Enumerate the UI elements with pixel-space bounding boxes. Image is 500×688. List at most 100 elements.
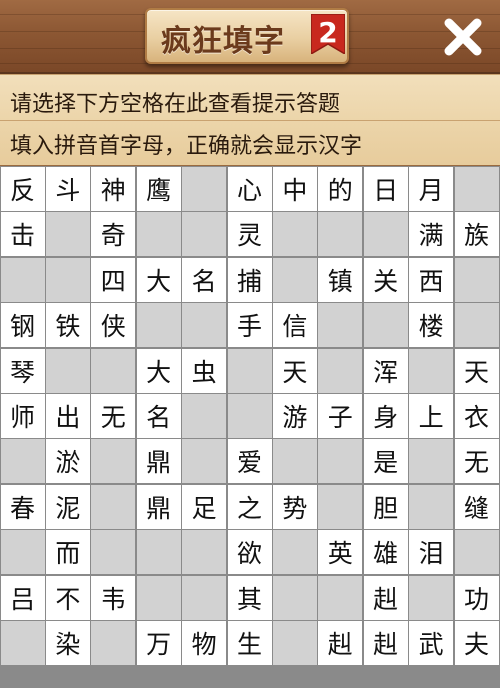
grid-cell-empty[interactable] bbox=[136, 530, 181, 575]
grid-cell-empty[interactable] bbox=[182, 530, 227, 575]
grid-cell: 游 bbox=[272, 394, 317, 438]
grid-cell-empty[interactable] bbox=[318, 348, 363, 393]
grid-cell-empty[interactable] bbox=[136, 212, 181, 257]
grid-cell: 赳 bbox=[363, 621, 408, 665]
grid-cell: 而 bbox=[45, 530, 90, 575]
grid-cell: 鼎 bbox=[136, 439, 181, 484]
grid-cell: 无 bbox=[91, 394, 136, 438]
grid-cell: 侠 bbox=[91, 303, 136, 348]
grid-cell-empty[interactable] bbox=[182, 167, 227, 211]
title-plate: 疯狂填字 2 bbox=[145, 8, 349, 64]
grid-cell: 中 bbox=[272, 167, 317, 211]
grid-cell-empty[interactable] bbox=[136, 575, 181, 620]
grid-cell-empty[interactable] bbox=[272, 257, 317, 302]
grid-cell: 鹰 bbox=[136, 167, 181, 211]
grid-cell: 信 bbox=[272, 303, 317, 348]
grid-cell-empty[interactable] bbox=[136, 303, 181, 348]
grid-cell-empty[interactable] bbox=[318, 212, 363, 257]
grid-cell-empty[interactable] bbox=[454, 167, 499, 211]
grid-cell: 斗 bbox=[45, 167, 90, 211]
grid-cell-empty[interactable] bbox=[91, 439, 136, 484]
grid-cell: 西 bbox=[409, 257, 454, 302]
grid-cell-empty[interactable] bbox=[91, 621, 136, 665]
grid-cell: 爱 bbox=[227, 439, 272, 484]
grid-cell-empty[interactable] bbox=[363, 212, 408, 257]
grid-cell: 琴 bbox=[0, 348, 45, 393]
grid-cell-empty[interactable] bbox=[182, 212, 227, 257]
grid-cell-empty[interactable] bbox=[272, 212, 317, 257]
grid-cell-empty[interactable] bbox=[454, 303, 499, 348]
grid-cell: 无 bbox=[454, 439, 499, 484]
grid-cell-empty[interactable] bbox=[182, 439, 227, 484]
grid-cell: 之 bbox=[227, 484, 272, 529]
grid-cell-empty[interactable] bbox=[182, 303, 227, 348]
grid-cell-empty[interactable] bbox=[409, 484, 454, 529]
grid-cell: 生 bbox=[227, 621, 272, 665]
grid-cell-empty[interactable] bbox=[454, 257, 499, 302]
grid-cell-empty[interactable] bbox=[45, 348, 90, 393]
grid-cell: 大 bbox=[136, 348, 181, 393]
level-badge: 2 bbox=[310, 13, 346, 56]
grid-cell-empty[interactable] bbox=[91, 530, 136, 575]
grid-cell: 欲 bbox=[227, 530, 272, 575]
grid-cell: 灵 bbox=[227, 212, 272, 257]
grid-cell-empty[interactable] bbox=[409, 439, 454, 484]
grid-cell-empty[interactable] bbox=[272, 575, 317, 620]
top-bar: 疯狂填字 2 bbox=[0, 0, 500, 74]
grid-cell-empty[interactable] bbox=[272, 439, 317, 484]
grid-cell: 夫 bbox=[454, 621, 499, 665]
grid-cell-empty[interactable] bbox=[318, 439, 363, 484]
grid-cell-empty[interactable] bbox=[318, 575, 363, 620]
grid-cell: 名 bbox=[182, 257, 227, 302]
grid-cell: 虫 bbox=[182, 348, 227, 393]
grid-cell-empty[interactable] bbox=[45, 257, 90, 302]
grid-cell-empty[interactable] bbox=[45, 212, 90, 257]
grid-cell: 的 bbox=[318, 167, 363, 211]
grid-cell-empty[interactable] bbox=[272, 621, 317, 665]
grid-cell-empty[interactable] bbox=[318, 484, 363, 529]
grid-cell-empty[interactable] bbox=[363, 303, 408, 348]
grid-cell: 浑 bbox=[363, 348, 408, 393]
grid-cell: 天 bbox=[454, 348, 499, 393]
grid-cell-empty[interactable] bbox=[409, 348, 454, 393]
grid-cell: 鼎 bbox=[136, 484, 181, 529]
grid-cell: 铁 bbox=[45, 303, 90, 348]
grid-cell: 捕 bbox=[227, 257, 272, 302]
grid-cell-empty[interactable] bbox=[182, 394, 227, 438]
grid-cell: 春 bbox=[0, 484, 45, 529]
grid-cell: 奇 bbox=[91, 212, 136, 257]
grid-cell: 关 bbox=[363, 257, 408, 302]
grid-cell: 击 bbox=[0, 212, 45, 257]
grid-cell-empty[interactable] bbox=[182, 575, 227, 620]
grid-cell-empty[interactable] bbox=[0, 257, 45, 302]
grid-cell: 泪 bbox=[409, 530, 454, 575]
grid-cell: 赳 bbox=[363, 575, 408, 620]
grid-cell: 衣 bbox=[454, 394, 499, 438]
grid-cell-empty[interactable] bbox=[454, 530, 499, 575]
level-number: 2 bbox=[318, 16, 338, 49]
grid-cell-empty[interactable] bbox=[318, 303, 363, 348]
close-button[interactable] bbox=[440, 14, 486, 60]
grid-cell-empty[interactable] bbox=[272, 530, 317, 575]
grid-cell-empty[interactable] bbox=[227, 394, 272, 438]
game-title: 疯狂填字 bbox=[161, 24, 285, 59]
grid-cell-empty[interactable] bbox=[0, 439, 45, 484]
grid-cell: 楼 bbox=[409, 303, 454, 348]
grid-cell-empty[interactable] bbox=[409, 575, 454, 620]
grid-cell: 身 bbox=[363, 394, 408, 438]
grid-cell-empty[interactable] bbox=[227, 348, 272, 393]
grid-cell: 族 bbox=[454, 212, 499, 257]
grid-cell: 是 bbox=[363, 439, 408, 484]
grid-cell-empty[interactable] bbox=[91, 348, 136, 393]
grid-cell-empty[interactable] bbox=[91, 484, 136, 529]
grid-cell: 泥 bbox=[45, 484, 90, 529]
grid-cell-empty[interactable] bbox=[0, 530, 45, 575]
grid-cell-empty[interactable] bbox=[0, 621, 45, 665]
grid-cell: 赳 bbox=[318, 621, 363, 665]
grid-cell: 月 bbox=[409, 167, 454, 211]
grid-cell: 染 bbox=[45, 621, 90, 665]
grid-cell: 武 bbox=[409, 621, 454, 665]
crossword-grid: 反斗神鹰心中的日月击奇灵满族四大名捕镇关西钢铁侠手信楼琴大虫天浑天师出无名游子身… bbox=[0, 166, 500, 688]
grid-cell: 其 bbox=[227, 575, 272, 620]
hint-divider bbox=[0, 120, 500, 121]
